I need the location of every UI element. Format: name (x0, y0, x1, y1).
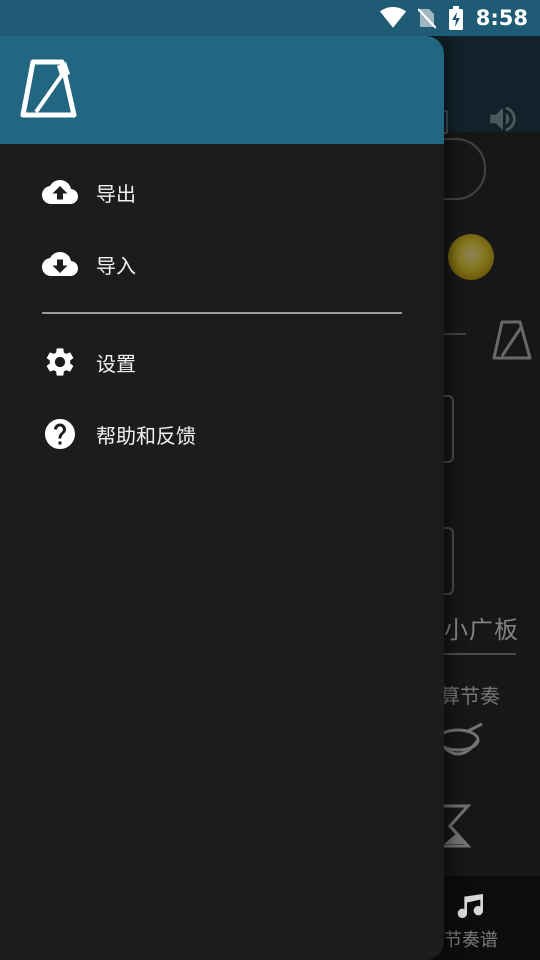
gear-icon (42, 344, 78, 380)
cloud-upload-icon (42, 174, 78, 210)
music-note-icon[interactable] (455, 890, 487, 922)
menu-label-help-feedback: 帮助和反馈 (96, 423, 196, 448)
drawer-header (0, 36, 444, 144)
cloud-download-icon (42, 246, 78, 282)
metronome-logo-icon (20, 59, 77, 118)
help-circle-icon (42, 416, 78, 452)
menu-item-import[interactable]: 导入 (0, 232, 444, 296)
menu-item-settings[interactable]: 设置 (0, 330, 444, 394)
menu-label-import: 导入 (96, 253, 136, 278)
wifi-icon (379, 7, 406, 28)
menu-label-settings: 设置 (96, 351, 136, 376)
menu-divider (42, 312, 402, 314)
status-bar: 8:58 (0, 0, 540, 36)
status-time: 8:58 (475, 6, 528, 30)
battery-charging-icon (448, 6, 463, 30)
no-sim-icon (417, 8, 436, 29)
navigation-drawer: 导出 导入 设置 帮助和反馈 (0, 36, 444, 960)
menu-label-export: 导出 (96, 181, 136, 206)
menu-item-help-feedback[interactable]: 帮助和反馈 (0, 402, 444, 466)
menu-item-export[interactable]: 导出 (0, 160, 444, 224)
